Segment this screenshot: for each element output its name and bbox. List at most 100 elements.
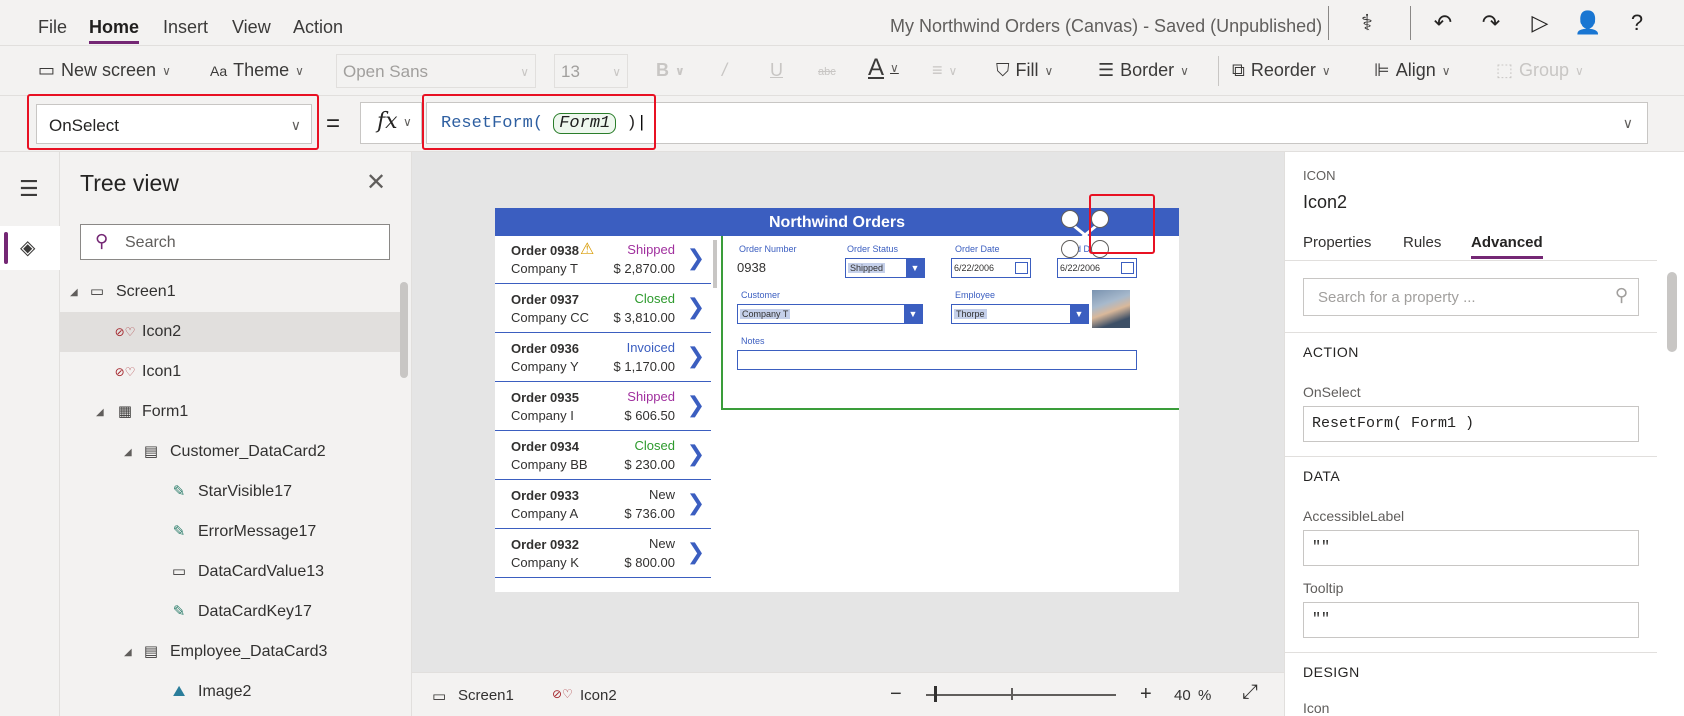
- customer-dropdown[interactable]: Company T ▼: [737, 304, 923, 324]
- font-select[interactable]: Open Sans ∨: [336, 54, 536, 88]
- chevron-right-icon[interactable]: ❯: [687, 294, 705, 320]
- menu-file[interactable]: File: [38, 17, 67, 38]
- orders-gallery[interactable]: Order 0938 Company T Shipped $ 2,870.00 ❯ ⚠ Or…: [495, 236, 717, 592]
- expand-triangle-icon[interactable]: ◢: [96, 407, 104, 418]
- expand-triangle-icon[interactable]: ◢: [124, 447, 132, 458]
- help-icon[interactable]: ?: [1624, 10, 1650, 36]
- expand-chevron-icon[interactable]: ∨: [1623, 115, 1633, 132]
- strikethrough-button[interactable]: abc: [818, 66, 836, 78]
- tree-item-image2[interactable]: ⛰ Image2: [60, 672, 404, 712]
- underline-button[interactable]: U: [770, 60, 783, 81]
- font-color-button[interactable]: A ∨: [868, 54, 899, 82]
- expand-triangle-icon[interactable]: ◢: [124, 647, 132, 658]
- app-title: My Northwind Orders (Canvas) - Saved (Un…: [890, 16, 1323, 36]
- italic-button[interactable]: /: [722, 60, 727, 81]
- border-button[interactable]: ☰ Border ∨: [1098, 60, 1189, 81]
- tree-view-toggle[interactable]: ◈: [0, 226, 60, 270]
- gallery-order-row[interactable]: Order 0936 Company Y Invoiced $ 1,170.00 ❯: [495, 330, 711, 382]
- tab-advanced[interactable]: Advanced: [1471, 234, 1543, 259]
- tree-item-form1[interactable]: ◢ ▦ Form1: [60, 392, 404, 432]
- zoom-slider[interactable]: [926, 694, 1116, 696]
- gallery-order-row[interactable]: Order 0937 Company CC Closed $ 3,810.00 ❯: [495, 281, 711, 333]
- align-button[interactable]: ⊫ Align ∨: [1374, 60, 1451, 81]
- resize-handle[interactable]: [1061, 210, 1079, 228]
- function-button[interactable]: fx ∨: [360, 102, 422, 144]
- order-status-dropdown[interactable]: Shipped ▼: [845, 258, 925, 278]
- chevron-right-icon[interactable]: ❯: [687, 539, 705, 565]
- gallery-scrollbar[interactable]: [713, 240, 717, 288]
- gallery-order-row[interactable]: Order 0934 Company BB Closed $ 230.00 ❯: [495, 428, 711, 480]
- text-align-button[interactable]: ≡ ∨: [932, 60, 957, 81]
- chevron-right-icon[interactable]: ❯: [687, 343, 705, 369]
- zoom-slider-thumb[interactable]: [934, 686, 937, 702]
- menu-view[interactable]: View: [232, 17, 271, 38]
- tree-search-input[interactable]: ⚲ Search: [80, 224, 390, 260]
- hamburger-menu-icon[interactable]: ☰: [19, 176, 39, 202]
- share-user-icon[interactable]: 👤: [1574, 10, 1601, 36]
- tab-properties[interactable]: Properties: [1303, 234, 1371, 251]
- reorder-button[interactable]: ⧉ Reorder ∨: [1232, 60, 1331, 81]
- paid-date-picker[interactable]: 6/22/2006: [1057, 258, 1137, 278]
- gallery-order-row[interactable]: Order 0933 Company A New $ 736.00 ❯: [495, 477, 711, 529]
- gallery-order-row[interactable]: Order 0938 Company T Shipped $ 2,870.00 ❯ ⚠: [495, 232, 711, 284]
- resize-handle[interactable]: [1061, 240, 1079, 258]
- tree-item-icon1[interactable]: ⊘♡ Icon1: [60, 352, 404, 392]
- font-color-label: A: [868, 54, 885, 81]
- stethoscope-icon[interactable]: ⚕: [1354, 10, 1380, 36]
- property-search-input[interactable]: Search for a property ... ⚲: [1303, 278, 1639, 316]
- control-breadcrumb[interactable]: Icon2: [580, 687, 617, 704]
- app-screen-preview[interactable]: Northwind Orders Order 0938 Company T Ship…: [495, 208, 1179, 592]
- accessible-label-input[interactable]: "": [1303, 530, 1639, 566]
- order-status: Closed: [634, 291, 675, 306]
- chevron-right-icon[interactable]: ❯: [687, 441, 705, 467]
- tree-item-screen1[interactable]: ◢ ▭ Screen1: [60, 272, 404, 312]
- tab-rules[interactable]: Rules: [1403, 234, 1441, 251]
- order-date-picker[interactable]: 6/22/2006: [951, 258, 1031, 278]
- fill-button[interactable]: ⛉ Fill ∨: [996, 60, 1053, 81]
- tree-item-starvisible17[interactable]: ✎ StarVisible17: [60, 472, 404, 512]
- tree-item-employee-datacard3[interactable]: ◢ ▤ Employee_DataCard3: [60, 632, 404, 672]
- chevron-down-icon: ∨: [162, 63, 171, 78]
- chevron-right-icon[interactable]: ❯: [687, 490, 705, 516]
- chevron-down-icon: ∨: [948, 63, 958, 78]
- tree-item-customer-datacard2[interactable]: ◢ ▤ Customer_DataCard2: [60, 432, 404, 472]
- font-size-select[interactable]: 13 ∨: [554, 54, 628, 88]
- menu-insert[interactable]: Insert: [163, 17, 208, 38]
- zoom-in-button[interactable]: +: [1140, 683, 1152, 706]
- chevron-right-icon[interactable]: ❯: [687, 392, 705, 418]
- properties-scrollbar[interactable]: [1667, 272, 1677, 352]
- close-icon[interactable]: ✕: [366, 168, 386, 197]
- bold-button[interactable]: B ∨: [656, 60, 685, 81]
- chevron-down-icon: ∨: [1575, 63, 1584, 78]
- group-button[interactable]: ⬚ Group ∨: [1496, 60, 1584, 81]
- tree-item-errormessage17[interactable]: ✎ ErrorMessage17: [60, 512, 404, 552]
- order-number: Order 0933: [511, 488, 579, 503]
- gallery-order-row[interactable]: Order 0935 Company I Shipped $ 606.50 ❯: [495, 379, 711, 431]
- play-icon[interactable]: ▷: [1527, 10, 1553, 36]
- expand-triangle-icon[interactable]: ◢: [70, 287, 78, 298]
- align-icon: ⊫: [1374, 60, 1390, 80]
- divider: [1218, 56, 1219, 86]
- employee-dropdown[interactable]: Thorpe ▼: [951, 304, 1089, 324]
- order-number-label: Order Number: [739, 244, 797, 254]
- menu-home[interactable]: Home: [89, 17, 140, 44]
- tree-item-datacardkey17[interactable]: ✎ DataCardKey17: [60, 592, 404, 632]
- fit-to-window-icon[interactable]: ⤢: [1242, 681, 1258, 704]
- screen-breadcrumb[interactable]: Screen1: [458, 687, 514, 704]
- zoom-out-button[interactable]: −: [890, 683, 902, 706]
- tree-scrollbar[interactable]: [400, 282, 408, 378]
- theme-button[interactable]: Aa Theme ∨: [210, 60, 304, 81]
- tooltip-input[interactable]: "": [1303, 602, 1639, 638]
- new-screen-button[interactable]: ▭ New screen ∨: [38, 60, 171, 81]
- undo-icon[interactable]: ↶: [1430, 10, 1456, 36]
- tree-item-datacardvalue13[interactable]: ▭ DataCardValue13: [60, 552, 404, 592]
- redo-icon[interactable]: ↷: [1478, 10, 1504, 36]
- chevron-right-icon[interactable]: ❯: [687, 245, 705, 271]
- menu-action[interactable]: Action: [293, 17, 343, 38]
- search-placeholder: Search: [125, 234, 176, 251]
- notes-input[interactable]: [737, 350, 1137, 370]
- tree-view-panel: Tree view ✕ ⚲ Search ◢ ▭ Screen1 ⊘♡ Icon…: [60, 152, 412, 716]
- gallery-order-row[interactable]: Order 0932 Company K New $ 800.00 ❯: [495, 526, 711, 578]
- onselect-input[interactable]: ResetForm( Form1 ): [1303, 406, 1639, 442]
- tree-item-icon2[interactable]: ⊘♡ Icon2: [60, 312, 404, 352]
